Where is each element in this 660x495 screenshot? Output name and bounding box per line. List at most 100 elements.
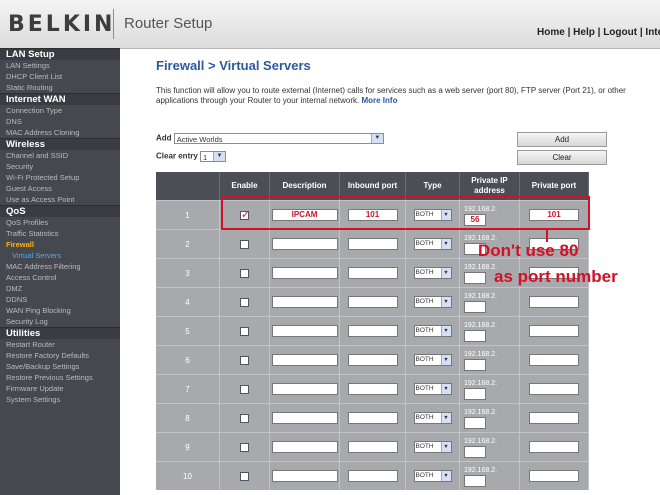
sidebar-item-mac-address-cloning[interactable]: MAC Address Cloning [0, 127, 120, 138]
sidebar-item-dhcp-client-list[interactable]: DHCP Client List [0, 71, 120, 82]
enable-checkbox[interactable] [240, 268, 249, 278]
type-select[interactable]: BOTH ▼ [413, 238, 452, 250]
chevron-down-icon: ▼ [370, 134, 383, 143]
ip-last-octet-input[interactable] [464, 416, 486, 429]
enable-checkbox[interactable] [240, 384, 249, 394]
sidebar-item-use-as-access-point[interactable]: Use as Access Point [0, 194, 120, 205]
sidebar-item-channel-and-ssid[interactable]: Channel and SSID [0, 150, 120, 161]
private-port-input[interactable] [529, 470, 579, 482]
ip-last-octet-input[interactable] [464, 271, 486, 284]
description-input[interactable] [271, 470, 338, 482]
sidebar-item-security[interactable]: Security [0, 161, 120, 172]
ip-last-octet-input[interactable] [464, 474, 486, 487]
sidebar-item-wi-fi-protected-setup[interactable]: Wi-Fi Protected Setup [0, 172, 120, 183]
inbound-port-input[interactable] [347, 267, 398, 279]
enable-checkbox[interactable] [240, 442, 249, 452]
ip-last-octet-input[interactable] [464, 300, 486, 313]
type-select[interactable]: BOTH ▼ [413, 209, 452, 221]
inbound-port-input[interactable] [347, 441, 398, 453]
sidebar-item-virtual-servers[interactable]: Virtual Servers [0, 250, 120, 261]
enable-checkbox[interactable] [240, 208, 250, 221]
sidebar-item-static-routing[interactable]: Static Routing [0, 82, 120, 93]
inbound-port-input[interactable] [347, 470, 398, 482]
private-port-input[interactable] [529, 412, 579, 424]
home-link[interactable]: Home [537, 27, 565, 38]
private-port-input[interactable]: 101 [529, 209, 579, 221]
inbound-port-input[interactable] [347, 383, 398, 395]
logout-link[interactable]: Logout [603, 27, 637, 38]
help-link[interactable]: Help [573, 27, 595, 38]
clear-button[interactable]: Clear [517, 150, 607, 165]
type-select[interactable]: BOTH ▼ [413, 354, 452, 366]
ip-last-octet-input[interactable] [464, 387, 486, 400]
sidebar-item-restart-router[interactable]: Restart Router [0, 339, 120, 350]
inbound-port-input[interactable] [347, 296, 398, 308]
sidebar-item-restore-factory-defaults[interactable]: Restore Factory Defaults [0, 350, 120, 361]
sidebar-item-lan-settings[interactable]: LAN Settings [0, 60, 120, 71]
sidebar-item-connection-type[interactable]: Connection Type [0, 105, 120, 116]
enable-checkbox[interactable] [240, 355, 249, 365]
ip-last-octet-input[interactable] [464, 445, 486, 458]
sidebar-item-wan-ping-blocking[interactable]: WAN Ping Blocking [0, 305, 120, 316]
private-port-input[interactable] [529, 354, 579, 366]
inbound-port-cell [340, 461, 406, 490]
ip-last-octet-input[interactable] [464, 329, 486, 342]
description-input[interactable] [271, 296, 338, 308]
enable-checkbox[interactable] [240, 471, 249, 481]
enable-cell [220, 403, 270, 432]
enable-checkbox[interactable] [240, 326, 249, 336]
description-input[interactable]: IPCAM [271, 209, 338, 221]
description-input[interactable] [271, 441, 338, 453]
description-input[interactable] [271, 325, 338, 337]
private-port-input[interactable] [529, 325, 579, 337]
sidebar-item-restore-previous-settings[interactable]: Restore Previous Settings [0, 372, 120, 383]
add-button[interactable]: Add [517, 132, 607, 147]
sidebar-item-qos-profiles[interactable]: QoS Profiles [0, 217, 120, 228]
type-cell: BOTH ▼ [406, 432, 460, 461]
sidebar-item-dns[interactable]: DNS [0, 116, 120, 127]
ip-last-octet-input[interactable]: 56 [464, 213, 486, 226]
row-number: 1 [156, 200, 220, 229]
type-value: BOTH [415, 443, 434, 450]
inbound-port-input[interactable]: 101 [347, 209, 398, 221]
description-input[interactable] [271, 354, 338, 366]
sidebar-item-guest-access[interactable]: Guest Access [0, 183, 120, 194]
type-select[interactable]: BOTH ▼ [413, 470, 452, 482]
enable-checkbox[interactable] [240, 297, 249, 307]
private-port-input[interactable] [529, 441, 579, 453]
description-input[interactable] [271, 267, 338, 279]
sidebar-item-save-backup-settings[interactable]: Save/Backup Settings [0, 361, 120, 372]
sidebar-item-access-control[interactable]: Access Control [0, 272, 120, 283]
enable-checkbox[interactable] [240, 413, 249, 423]
clear-entry-select[interactable]: 1 ▼ [200, 151, 227, 162]
add-row: Add Active Worlds ▼ [156, 133, 384, 144]
inbound-port-input[interactable] [347, 238, 398, 250]
sidebar-item-security-log[interactable]: Security Log [0, 316, 120, 327]
type-select[interactable]: BOTH ▼ [413, 296, 452, 308]
sidebar-item-firmware-update[interactable]: Firmware Update [0, 383, 120, 394]
type-select[interactable]: BOTH ▼ [413, 412, 452, 424]
description-input[interactable] [271, 238, 338, 250]
inbound-port-input[interactable] [347, 325, 398, 337]
type-select[interactable]: BOTH ▼ [413, 383, 452, 395]
inbound-port-input[interactable] [347, 354, 398, 366]
more-info-link[interactable]: More Info [361, 96, 397, 105]
description-input[interactable] [271, 412, 338, 424]
ip-last-octet-input[interactable] [464, 358, 486, 371]
private-port-input[interactable] [529, 296, 579, 308]
sidebar-item-system-settings[interactable]: System Settings [0, 394, 120, 405]
sidebar-item-traffic-statistics[interactable]: Traffic Statistics [0, 228, 120, 239]
sidebar-item-dmz[interactable]: DMZ [0, 283, 120, 294]
private-port-input[interactable] [529, 383, 579, 395]
type-select[interactable]: BOTH ▼ [413, 441, 452, 453]
sidebar-item-ddns[interactable]: DDNS [0, 294, 120, 305]
sidebar-item-firewall[interactable]: Firewall [0, 239, 120, 250]
internet-link[interactable]: Interne [645, 27, 660, 38]
description-input[interactable] [271, 383, 338, 395]
inbound-port-input[interactable] [347, 412, 398, 424]
type-select[interactable]: BOTH ▼ [413, 267, 452, 279]
enable-checkbox[interactable] [240, 239, 249, 249]
add-service-select[interactable]: Active Worlds ▼ [173, 133, 384, 144]
sidebar-item-mac-address-filtering[interactable]: MAC Address Filtering [0, 261, 120, 272]
type-select[interactable]: BOTH ▼ [413, 325, 452, 337]
